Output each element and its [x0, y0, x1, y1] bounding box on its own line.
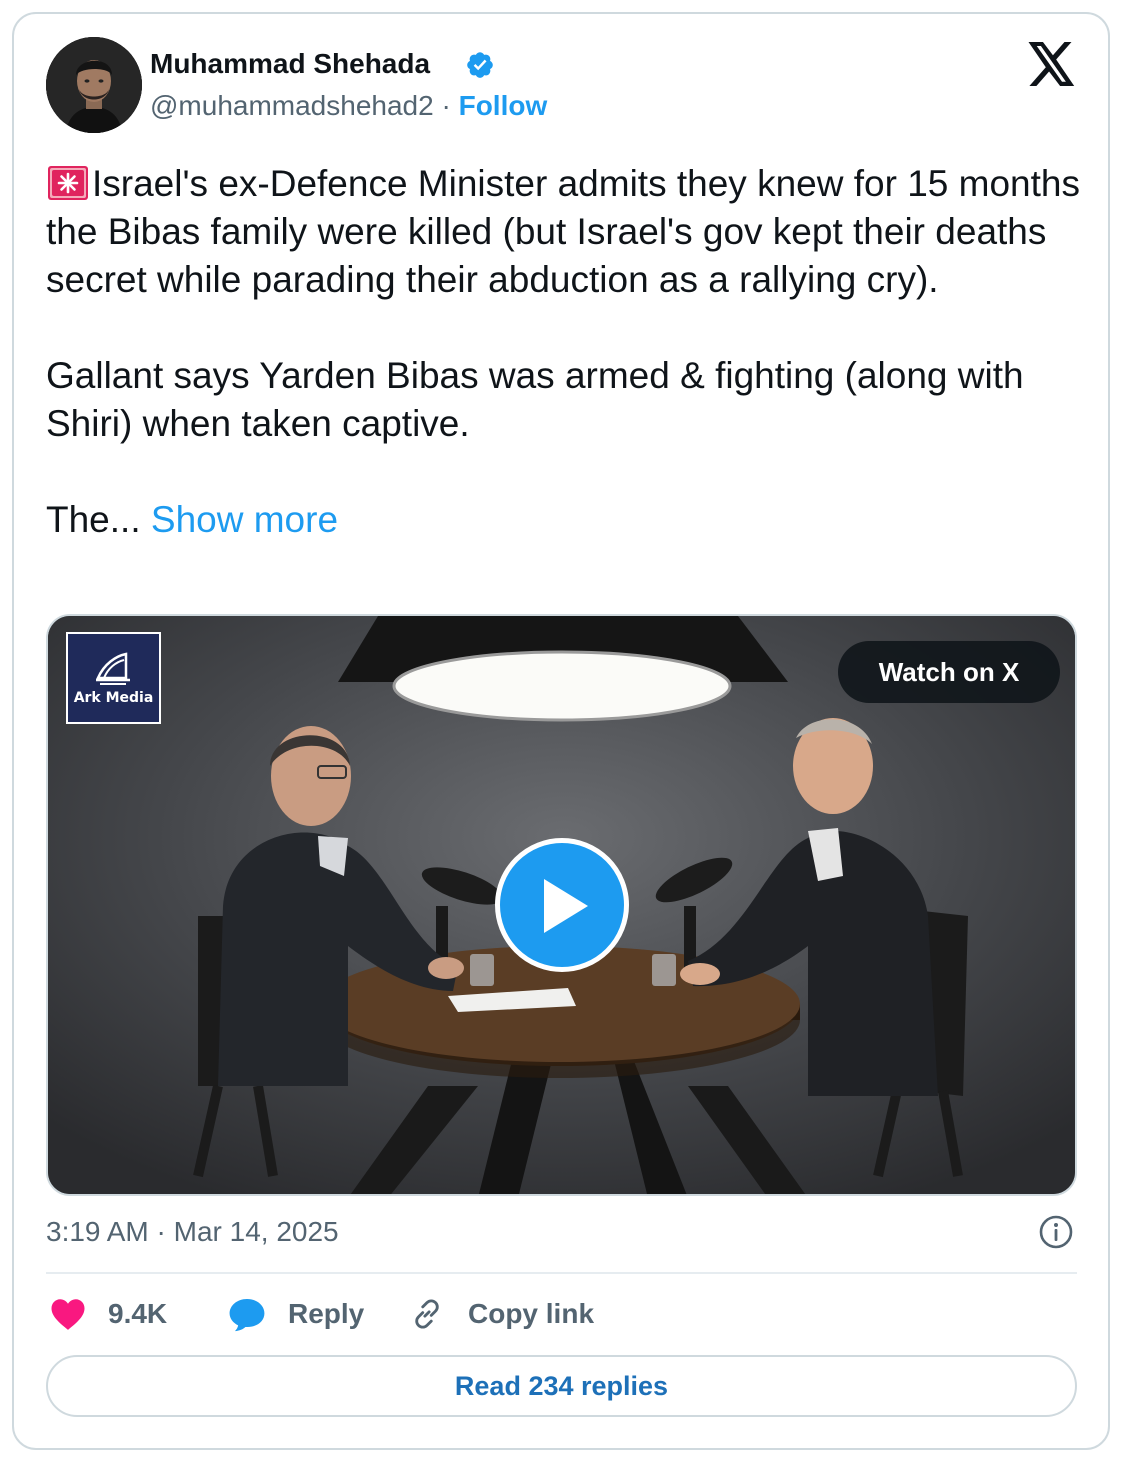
read-replies-button[interactable]: Read 234 replies [46, 1355, 1077, 1417]
info-icon[interactable] [1038, 1214, 1074, 1250]
ark-media-label: Ark Media [73, 690, 154, 706]
play-icon [544, 879, 588, 933]
tweet-paragraph-3: The... Show more [46, 496, 1086, 544]
copy-link-label: Copy link [468, 1298, 595, 1329]
tweet-time: 3:19 AM [46, 1216, 149, 1247]
tweet-paragraph-2: Gallant says Yarden Bibas was armed & fi… [46, 355, 1024, 444]
timestamp-separator: · [156, 1216, 166, 1247]
separator-dot: · [441, 90, 451, 121]
verified-badge-icon [467, 52, 493, 78]
handle-row: @muhammadshehad2 · Follow [150, 88, 547, 124]
play-button[interactable] [495, 838, 629, 972]
like-button[interactable]: 9.4K [50, 1294, 167, 1334]
avatar[interactable] [46, 37, 142, 133]
video-player[interactable]: Ark Media Watch on X [46, 614, 1077, 1196]
tweet-paragraph-1-text: Israel's ex-Defence Minister admits they… [46, 163, 1080, 300]
ark-media-emblem-icon [96, 652, 130, 685]
link-icon [415, 1299, 439, 1329]
author-handle[interactable]: @muhammadshehad2 [150, 90, 434, 121]
tweet-paragraph-1: Israel's ex-Defence Minister admits they… [46, 160, 1086, 304]
show-more-link[interactable]: Show more [151, 499, 338, 540]
tweet-body: Israel's ex-Defence Minister admits they… [46, 160, 1086, 544]
copy-link-button[interactable]: Copy link [410, 1294, 594, 1334]
avatar-image [46, 37, 142, 133]
reply-button[interactable]: Reply [228, 1294, 364, 1334]
ark-media-logo: Ark Media [66, 632, 161, 724]
heart-icon [51, 1299, 85, 1330]
siren-emoji-icon [48, 166, 88, 200]
tweet-timestamp[interactable]: 3:19 AM · Mar 14, 2025 [46, 1214, 339, 1250]
watch-on-x-button[interactable]: Watch on X [838, 641, 1060, 703]
tweet-truncated-text: The... [46, 499, 141, 540]
reply-bubble-icon [229, 1298, 265, 1332]
follow-button[interactable]: Follow [459, 90, 548, 121]
actions-divider [46, 1272, 1077, 1274]
x-logo-icon[interactable] [1028, 42, 1076, 86]
tweet-date: Mar 14, 2025 [173, 1216, 339, 1247]
like-count: 9.4K [108, 1298, 168, 1329]
reply-label: Reply [288, 1298, 365, 1329]
author-name[interactable]: Muhammad Shehada [150, 46, 430, 82]
